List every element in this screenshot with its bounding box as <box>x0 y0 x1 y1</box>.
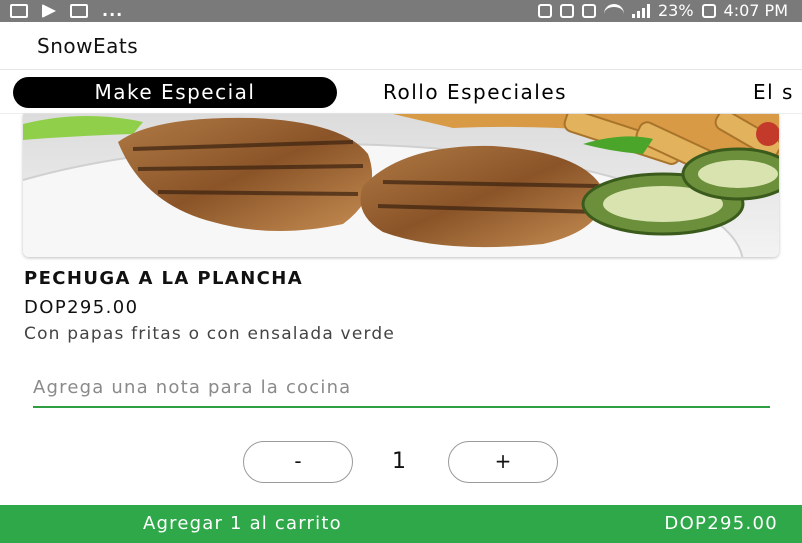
tab-el-s[interactable]: El s <box>753 77 794 108</box>
add-to-cart-label: Agregar 1 al carrito <box>143 513 342 534</box>
cart-total: DOP295.00 <box>664 513 778 534</box>
battery-icon <box>701 3 716 18</box>
mute-icon <box>559 3 574 18</box>
wifi-icon <box>603 3 624 18</box>
category-tabs: Make Especial Rollo Especiales El s <box>0 70 802 114</box>
status-bar-system: 23% 4:07 PM <box>537 1 788 20</box>
add-to-cart-button[interactable]: Agregar 1 al carrito DOP295.00 <box>0 505 802 543</box>
status-bar-notifications: ... <box>10 1 123 20</box>
gallery-icon <box>10 3 28 18</box>
battery-percent: 23% <box>657 1 694 20</box>
increase-quantity-button[interactable]: + <box>448 441 558 483</box>
tab-rollo-especiales[interactable]: Rollo Especiales <box>383 77 567 108</box>
alarm-icon <box>581 3 596 18</box>
dish-price: DOP295.00 <box>24 297 139 318</box>
dish-title: PECHUGA A LA PLANCHA <box>24 268 304 289</box>
quantity-value: 1 <box>392 449 406 474</box>
kitchen-note-input[interactable] <box>33 368 770 408</box>
app-bar: SnowEats <box>0 22 802 70</box>
dish-description: Con papas fritas o con ensalada verde <box>24 324 396 344</box>
signal-icon <box>631 3 650 18</box>
play-store-icon <box>42 3 56 18</box>
tab-make-especial[interactable]: Make Especial <box>13 77 337 108</box>
more-notifications-indicator: ... <box>102 1 124 20</box>
decrease-quantity-button[interactable]: - <box>243 441 353 483</box>
mail-icon <box>70 3 88 18</box>
dish-image <box>23 114 779 257</box>
grilled-chicken-photo <box>23 114 779 257</box>
clock: 4:07 PM <box>723 1 788 20</box>
status-bar: ... 23% 4:07 PM <box>0 0 802 22</box>
app-title: SnowEats <box>37 34 139 58</box>
nfc-icon <box>537 3 552 18</box>
